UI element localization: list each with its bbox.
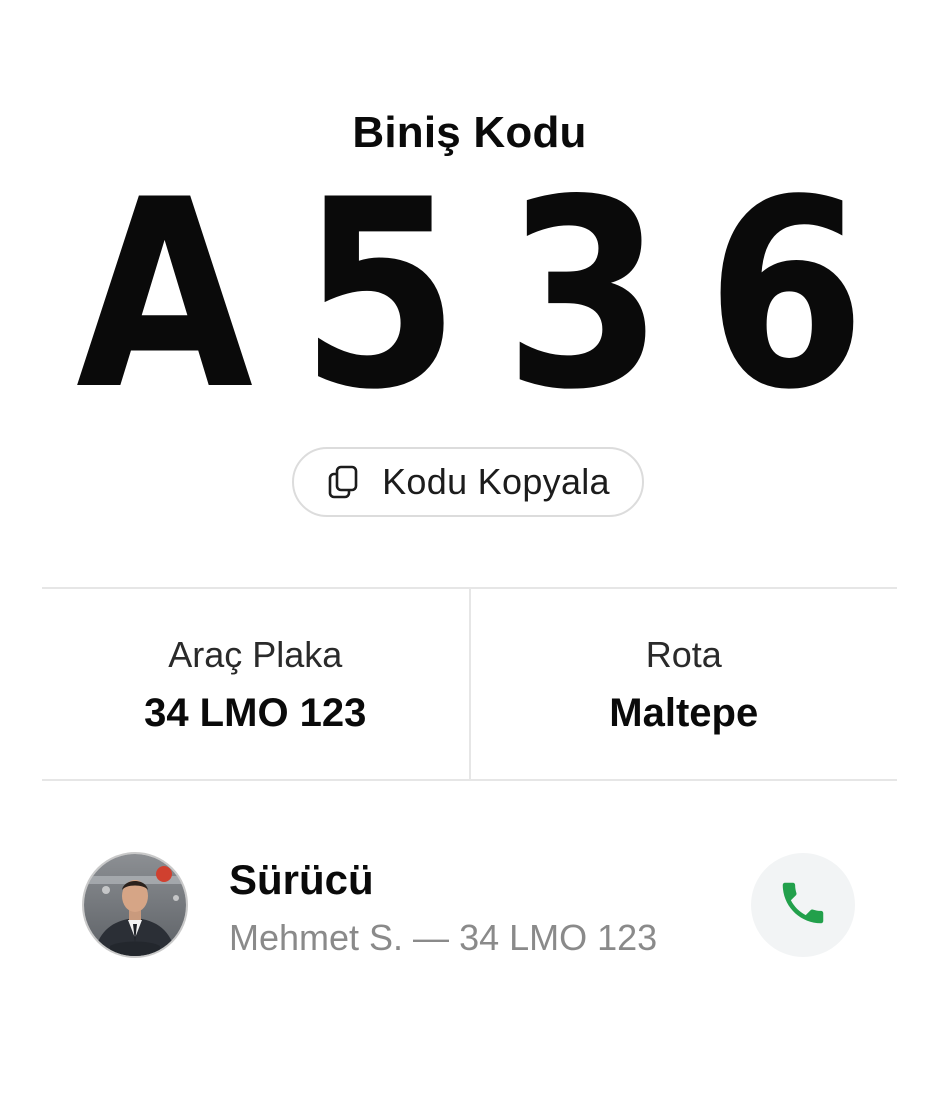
copy-code-button[interactable]: Kodu Kopyala xyxy=(292,447,644,517)
copy-icon xyxy=(326,464,360,500)
driver-card: Sürücü Mehmet S. — 34 LMO 123 xyxy=(82,852,858,958)
plate-label: Araç Plaka xyxy=(168,634,343,675)
call-driver-button[interactable] xyxy=(751,853,855,957)
route-label: Rota xyxy=(645,634,722,675)
code-char: 3 xyxy=(504,145,664,447)
driver-subtitle: Mehmet S. — 34 LMO 123 xyxy=(229,917,658,958)
phone-icon xyxy=(776,876,830,935)
driver-title: Sürücü xyxy=(229,856,374,903)
code-char: 6 xyxy=(706,145,866,447)
avatar xyxy=(82,852,188,958)
code-char: A xyxy=(76,145,254,447)
plate-value: 34 LMO 123 xyxy=(144,691,367,735)
boarding-code: A 5 3 6 xyxy=(0,145,939,447)
copy-code-label: Kodu Kopyala xyxy=(382,461,610,502)
trip-info: Araç Plaka 34 LMO 123 Rota Maltepe xyxy=(42,587,897,781)
route-info: Rota Maltepe xyxy=(468,589,898,779)
plate-info: Araç Plaka 34 LMO 123 xyxy=(42,589,469,779)
code-char: 5 xyxy=(300,145,460,447)
route-value: Maltepe xyxy=(609,691,759,735)
